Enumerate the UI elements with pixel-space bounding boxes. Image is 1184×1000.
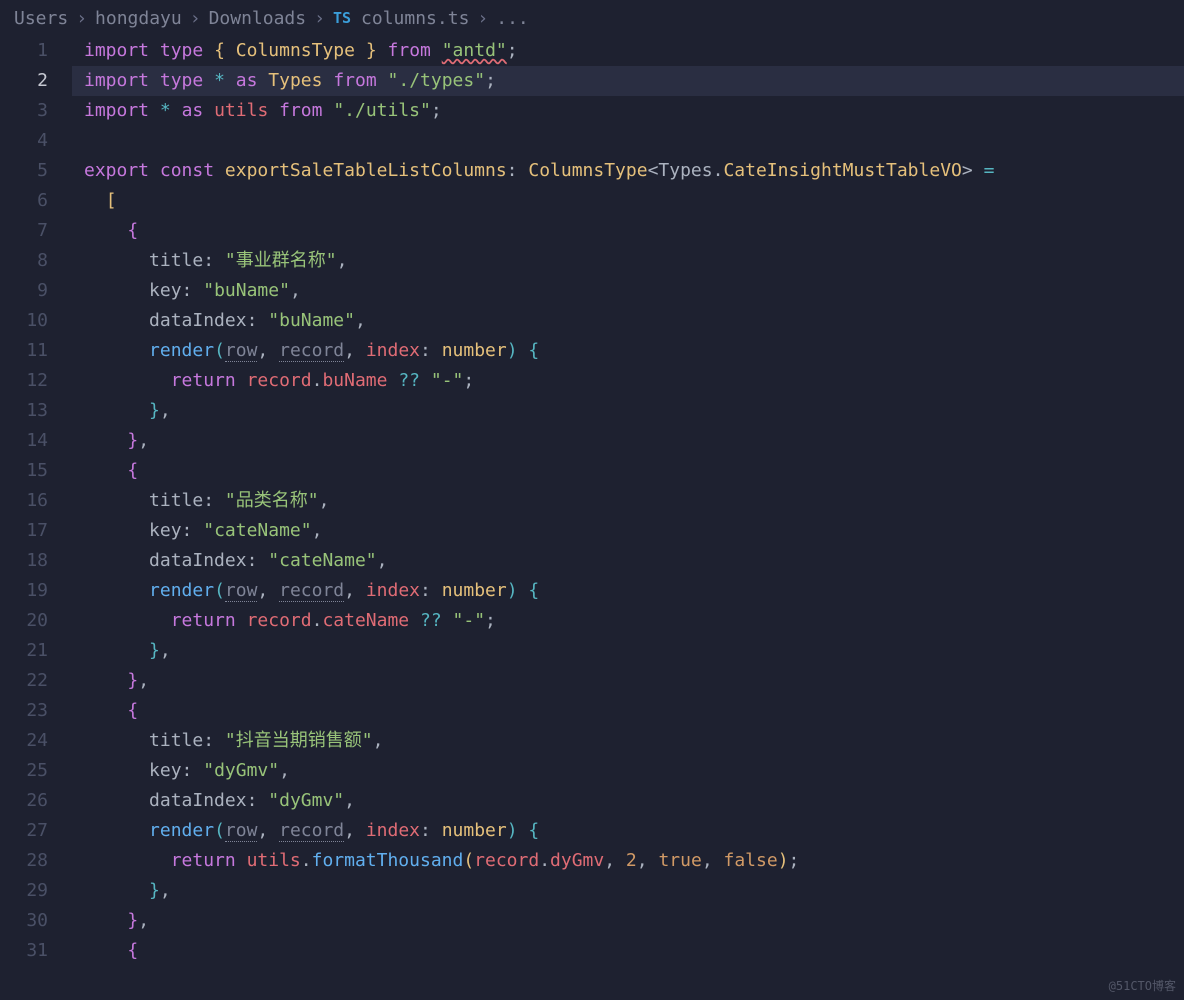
code-line[interactable]: export const exportSaleTableListColumns:… <box>72 156 1184 186</box>
code-line[interactable]: render(row, record, index: number) { <box>72 816 1184 846</box>
line-number[interactable]: 1 <box>0 36 48 66</box>
line-number[interactable]: 5 <box>0 156 48 186</box>
line-number[interactable]: 27 <box>0 816 48 846</box>
line-number[interactable]: 25 <box>0 756 48 786</box>
line-number[interactable]: 24 <box>0 726 48 756</box>
breadcrumb-file[interactable]: columns.ts <box>361 8 469 29</box>
code-area[interactable]: import type { ColumnsType } from "antd";… <box>72 36 1184 1000</box>
breadcrumb-overflow[interactable]: ... <box>496 8 529 29</box>
chevron-right-icon: › <box>190 8 201 29</box>
chevron-right-icon: › <box>314 8 325 29</box>
ts-file-icon: TS <box>333 9 351 27</box>
line-number[interactable]: 30 <box>0 906 48 936</box>
chevron-right-icon: › <box>76 8 87 29</box>
code-line[interactable]: render(row, record, index: number) { <box>72 336 1184 366</box>
line-number[interactable]: 2 <box>0 66 48 96</box>
line-number[interactable]: 28 <box>0 846 48 876</box>
code-line[interactable]: return record.buName ?? "-"; <box>72 366 1184 396</box>
line-number[interactable]: 19 <box>0 576 48 606</box>
code-line[interactable]: [ <box>72 186 1184 216</box>
code-line[interactable]: { <box>72 696 1184 726</box>
line-number[interactable]: 21 <box>0 636 48 666</box>
line-number[interactable]: 18 <box>0 546 48 576</box>
code-line[interactable]: }, <box>72 426 1184 456</box>
line-number[interactable]: 17 <box>0 516 48 546</box>
breadcrumb-segment[interactable]: Users <box>14 8 68 29</box>
code-line[interactable] <box>72 126 1184 156</box>
chevron-right-icon: › <box>477 8 488 29</box>
code-line[interactable]: title: "品类名称", <box>72 486 1184 516</box>
line-number[interactable]: 15 <box>0 456 48 486</box>
code-line[interactable]: return record.cateName ?? "-"; <box>72 606 1184 636</box>
line-number[interactable]: 16 <box>0 486 48 516</box>
code-line[interactable]: import * as utils from "./utils"; <box>72 96 1184 126</box>
code-line[interactable]: render(row, record, index: number) { <box>72 576 1184 606</box>
code-line[interactable]: return utils.formatThousand(record.dyGmv… <box>72 846 1184 876</box>
code-editor[interactable]: 1234567891011121314151617181920212223242… <box>0 36 1184 1000</box>
watermark: @51CTO博客 <box>1109 977 1176 994</box>
line-number[interactable]: 10 <box>0 306 48 336</box>
line-number[interactable]: 9 <box>0 276 48 306</box>
code-line[interactable]: dataIndex: "cateName", <box>72 546 1184 576</box>
code-line[interactable]: dataIndex: "dyGmv", <box>72 786 1184 816</box>
code-line[interactable]: key: "cateName", <box>72 516 1184 546</box>
line-number[interactable]: 20 <box>0 606 48 636</box>
line-number[interactable]: 23 <box>0 696 48 726</box>
line-number[interactable]: 11 <box>0 336 48 366</box>
code-line[interactable]: import type * as Types from "./types"; <box>72 66 1184 96</box>
line-number[interactable]: 4 <box>0 126 48 156</box>
code-line[interactable]: dataIndex: "buName", <box>72 306 1184 336</box>
breadcrumb-segment[interactable]: hongdayu <box>95 8 182 29</box>
code-line[interactable]: title: "事业群名称", <box>72 246 1184 276</box>
line-number[interactable]: 8 <box>0 246 48 276</box>
code-line[interactable]: { <box>72 216 1184 246</box>
code-line[interactable]: import type { ColumnsType } from "antd"; <box>72 36 1184 66</box>
line-number[interactable]: 14 <box>0 426 48 456</box>
line-number[interactable]: 6 <box>0 186 48 216</box>
code-line[interactable]: { <box>72 456 1184 486</box>
line-number[interactable]: 13 <box>0 396 48 426</box>
code-line[interactable]: key: "dyGmv", <box>72 756 1184 786</box>
breadcrumb-segment[interactable]: Downloads <box>209 8 307 29</box>
code-line[interactable]: }, <box>72 666 1184 696</box>
line-number[interactable]: 12 <box>0 366 48 396</box>
code-line[interactable]: }, <box>72 876 1184 906</box>
line-number[interactable]: 7 <box>0 216 48 246</box>
line-gutter: 1234567891011121314151617181920212223242… <box>0 36 72 1000</box>
code-line[interactable]: { <box>72 936 1184 966</box>
line-number[interactable]: 22 <box>0 666 48 696</box>
line-number[interactable]: 31 <box>0 936 48 966</box>
code-line[interactable]: }, <box>72 396 1184 426</box>
line-number[interactable]: 26 <box>0 786 48 816</box>
line-number[interactable]: 3 <box>0 96 48 126</box>
line-number[interactable]: 29 <box>0 876 48 906</box>
code-line[interactable]: title: "抖音当期销售额", <box>72 726 1184 756</box>
code-line[interactable]: }, <box>72 636 1184 666</box>
code-line[interactable]: }, <box>72 906 1184 936</box>
code-line[interactable]: key: "buName", <box>72 276 1184 306</box>
breadcrumb: Users › hongdayu › Downloads › TS column… <box>0 0 1184 36</box>
